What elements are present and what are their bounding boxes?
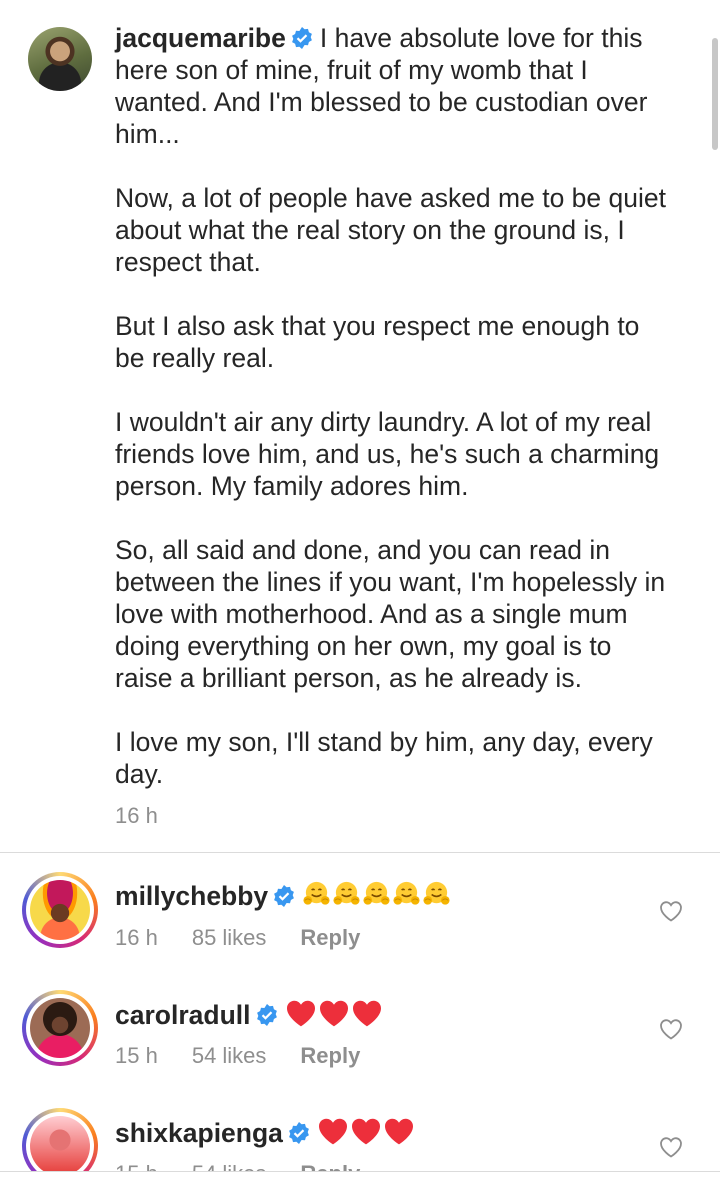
hugging-face-emoji xyxy=(392,880,421,916)
caption-paragraph: Now, a lot of people have asked me to be… xyxy=(115,183,666,277)
verified-badge-icon xyxy=(289,1122,309,1144)
story-ring-avatar[interactable] xyxy=(22,990,98,1066)
hugging-face-emoji xyxy=(302,880,331,916)
hugging-face-emoji xyxy=(332,880,361,916)
comment-likes[interactable]: 54 likes xyxy=(192,1043,267,1068)
story-ring-avatar[interactable] xyxy=(22,872,98,948)
comment-time: 15 h xyxy=(115,1043,158,1068)
caption-paragraph: So, all said and done, and you can read … xyxy=(115,535,666,693)
red-heart-emoji xyxy=(317,1116,349,1153)
comment-username[interactable]: millychebby xyxy=(115,881,268,911)
like-heart-icon[interactable] xyxy=(659,900,683,922)
post-caption: jacquemaribe I have absolute love for thi… xyxy=(0,0,720,852)
author-avatar[interactable] xyxy=(28,27,92,91)
bottom-divider xyxy=(0,1171,720,1182)
comment-item: shixkapienga 15 h 54 likes Reply xyxy=(0,1104,720,1171)
red-heart-emoji xyxy=(350,1116,382,1153)
red-heart-emoji xyxy=(285,998,317,1035)
like-heart-icon[interactable] xyxy=(659,1136,683,1158)
comment-username[interactable]: carolradull xyxy=(115,1000,251,1030)
comment-item: carolradull 15 h 54 likes Reply xyxy=(0,986,720,1104)
caption-timestamp: 16 h xyxy=(115,803,158,828)
hugging-face-emoji xyxy=(362,880,391,916)
reply-button[interactable]: Reply xyxy=(300,1161,360,1171)
like-heart-icon[interactable] xyxy=(659,1018,683,1040)
reply-button[interactable]: Reply xyxy=(300,925,360,950)
red-heart-emoji xyxy=(318,998,350,1035)
caption-paragraph: I love my son, I'll stand by him, any da… xyxy=(115,727,653,789)
hugging-face-emoji-group xyxy=(302,881,452,911)
verified-badge-icon xyxy=(274,885,295,907)
divider xyxy=(0,852,720,853)
red-heart-emoji xyxy=(351,998,383,1035)
verified-badge-icon xyxy=(291,27,312,49)
caption-paragraph: But I also ask that you respect me enoug… xyxy=(115,311,640,373)
caption-text: jacquemaribe I have absolute love for thi… xyxy=(115,22,675,822)
red-heart-emoji-group xyxy=(285,1000,384,1030)
verified-badge-icon xyxy=(256,1004,277,1026)
comment-likes[interactable]: 54 likes xyxy=(192,1161,267,1171)
comment-likes[interactable]: 85 likes xyxy=(192,925,267,950)
comment-time: 16 h xyxy=(115,925,158,950)
comment-item: millychebby 16 h 85 likes Reply xyxy=(0,868,720,986)
author-username[interactable]: jacquemaribe xyxy=(115,23,286,53)
story-ring-avatar[interactable] xyxy=(22,1108,98,1171)
comment-time: 15 h xyxy=(115,1161,158,1171)
reply-button[interactable]: Reply xyxy=(300,1043,360,1068)
caption-paragraph: jacquemaribe I have absolute love for thi… xyxy=(115,23,648,149)
red-heart-emoji xyxy=(383,1116,415,1153)
comment-username[interactable]: shixkapienga xyxy=(115,1118,283,1148)
caption-paragraph: I wouldn't air any dirty laundry. A lot … xyxy=(115,407,660,501)
red-heart-emoji-group xyxy=(317,1118,416,1148)
hugging-face-emoji xyxy=(422,880,451,916)
